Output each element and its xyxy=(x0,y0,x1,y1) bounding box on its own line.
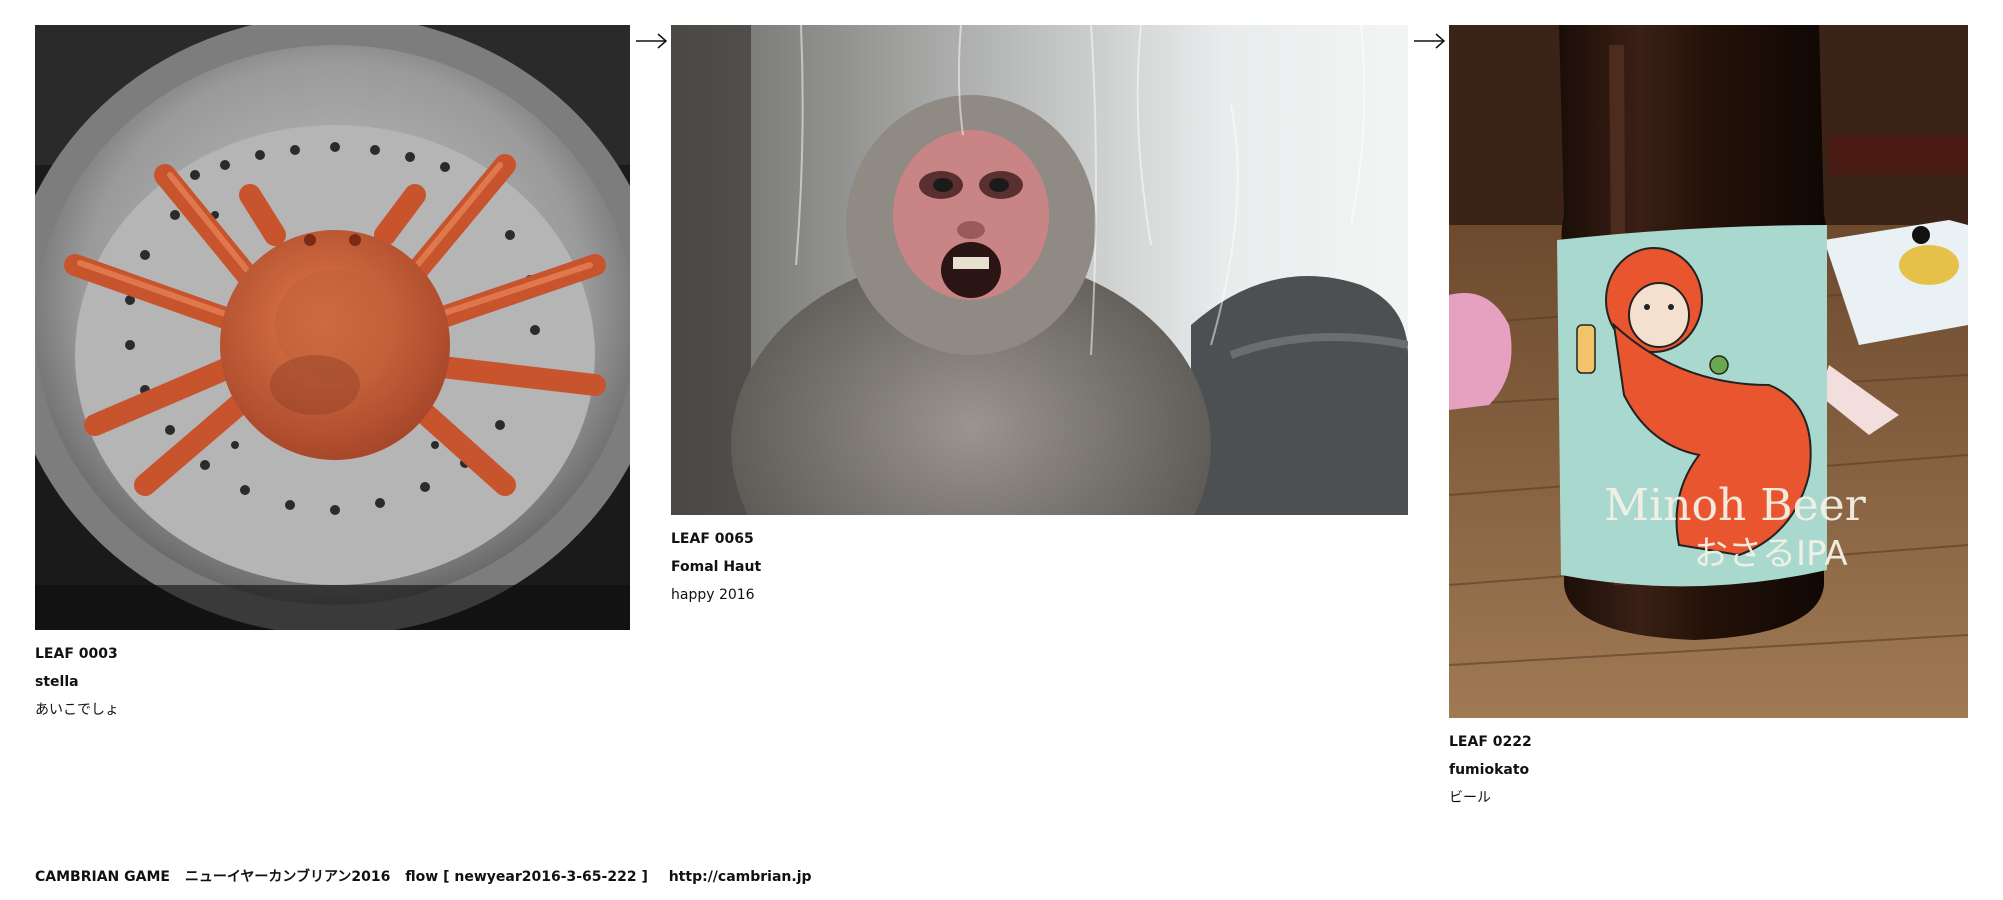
leaf-caption: LEAF 0065 Fomal Haut happy 2016 xyxy=(671,525,1408,609)
leaf-author[interactable]: stella xyxy=(35,668,630,696)
footer: CAMBRIAN GAME ニューイヤーカンブリアン2016 flow [ ne… xyxy=(35,866,822,886)
monkey-photo-image xyxy=(671,25,1408,515)
game-name-link[interactable]: CAMBRIAN GAME xyxy=(35,869,170,885)
leaf-id[interactable]: LEAF 0065 xyxy=(671,525,1408,553)
leaf-card-0003[interactable]: LEAF 0003 stella あいこでしょ xyxy=(35,25,630,724)
leaf-card-0065[interactable]: LEAF 0065 Fomal Haut happy 2016 xyxy=(671,25,1408,609)
arrow-right-icon xyxy=(1414,33,1446,49)
leaf-comment: ビール xyxy=(1449,790,1491,806)
beer-label-text: Minoh Beer xyxy=(1604,480,1867,531)
leaf-photo-beer[interactable]: Minoh Beer おさるIPA xyxy=(1449,25,1968,718)
leaf-comment: happy 2016 xyxy=(671,587,755,603)
leaf-caption: LEAF 0222 fumiokato ビール xyxy=(1449,728,1968,812)
leaf-comment: あいこでしょ xyxy=(35,702,119,718)
beer-photo-image: Minoh Beer おさるIPA xyxy=(1449,25,1968,718)
leaf-card-0222[interactable]: Minoh Beer おさるIPA LEAF 0222 fumiokato ビー… xyxy=(1449,25,1968,812)
leaf-caption: LEAF 0003 stella あいこでしょ xyxy=(35,640,630,724)
leaf-author[interactable]: fumiokato xyxy=(1449,756,1968,784)
flow-info: flow [ newyear2016-3-65-222 ] xyxy=(405,869,648,885)
leaf-id[interactable]: LEAF 0003 xyxy=(35,640,630,668)
site-url-link[interactable]: http://cambrian.jp xyxy=(669,869,812,885)
leaf-photo-crab[interactable] xyxy=(35,25,630,630)
leaf-id[interactable]: LEAF 0222 xyxy=(1449,728,1968,756)
leaf-photo-monkey[interactable] xyxy=(671,25,1408,515)
beer-label-text: おさるIPA xyxy=(1694,534,1848,574)
leaf-author[interactable]: Fomal Haut xyxy=(671,553,1408,581)
arrow-right-icon xyxy=(636,33,668,49)
game-title: ニューイヤーカンブリアン2016 xyxy=(184,869,391,885)
crab-photo-image xyxy=(35,25,630,630)
